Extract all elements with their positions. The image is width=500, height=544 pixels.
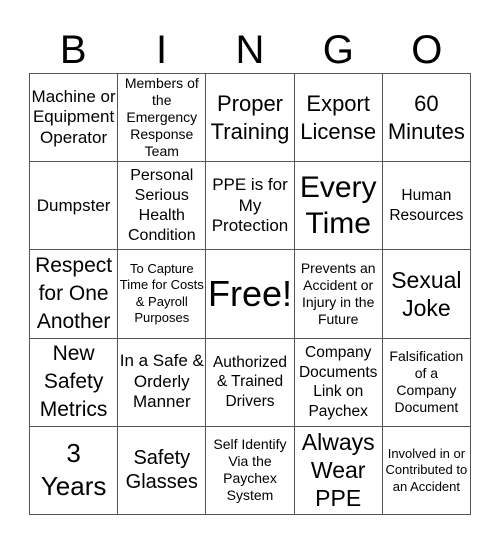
cell-text: Every Time xyxy=(299,170,377,240)
cell-text: Personal Serious Health Condition xyxy=(127,166,196,244)
cell-text: 3 Years xyxy=(40,438,107,502)
bingo-cell-r3-c1[interactable]: Respect for One Another xyxy=(30,250,119,339)
header-letter-n: N xyxy=(235,28,265,72)
bingo-cell-r1-c4[interactable]: Export License xyxy=(294,74,383,163)
header-letter-b: B xyxy=(59,28,87,72)
cell-text: Always Wear PPE xyxy=(301,429,375,512)
bingo-cell-r4-c3[interactable]: Authorized & Trained Drivers xyxy=(206,338,295,427)
cell-text: Self Identify Via the Paychex System xyxy=(213,436,287,504)
cell-text: Involved in or Contributed to an Acciden… xyxy=(385,445,468,494)
cell-text: Falsification of a Company Document xyxy=(389,348,464,416)
bingo-cell-r5-c2[interactable]: Safety Glasses xyxy=(118,426,207,515)
bingo-cell-r5-c3[interactable]: Self Identify Via the Paychex System xyxy=(206,426,295,515)
bingo-cell-r2-c2[interactable]: Personal Serious Health Condition xyxy=(118,162,207,251)
cell-text: Dumpster xyxy=(36,195,111,215)
cell-text: Export License xyxy=(300,90,377,144)
bingo-cell-r5-c1[interactable]: 3 Years xyxy=(30,426,119,515)
bingo-cell-r2-c4[interactable]: Every Time xyxy=(294,162,383,251)
bingo-cell-r4-c5[interactable]: Falsification of a Company Document xyxy=(382,338,471,427)
bingo-cell-r4-c4[interactable]: Company Documents Link on Paychex xyxy=(294,338,383,427)
bingo-cell-r4-c2[interactable]: In a Safe & Orderly Manner xyxy=(118,338,207,427)
bingo-cell-r1-c2[interactable]: Members of the Emergency Response Team xyxy=(118,74,207,163)
header-letter-o: O xyxy=(411,28,443,72)
bingo-cell-r2-c1[interactable]: Dumpster xyxy=(30,162,119,251)
cell-text: New Safety Metrics xyxy=(39,342,108,422)
bingo-cell-r1-c1[interactable]: Machine or Equipment Operator xyxy=(30,74,119,163)
cell-text: Members of the Emergency Response Team xyxy=(124,75,199,160)
bingo-board: Machine or Equipment Operator Members of… xyxy=(29,73,471,515)
cell-text: Proper Training xyxy=(210,90,290,144)
cell-text: To Capture Time for Costs & Payroll Purp… xyxy=(119,260,204,326)
cell-text: Safety Glasses xyxy=(125,447,198,494)
bingo-cell-r3-c4[interactable]: Prevents an Accident or Injury in the Fu… xyxy=(294,250,383,339)
bingo-header: B I N G O xyxy=(29,28,471,72)
cell-text: Authorized & Trained Drivers xyxy=(212,353,288,410)
bingo-cell-r3-c2[interactable]: To Capture Time for Costs & Payroll Purp… xyxy=(118,250,207,339)
free-space: Free! xyxy=(207,272,292,314)
bingo-cell-r1-c3[interactable]: Proper Training xyxy=(206,74,295,163)
cell-text: Respect for One Another xyxy=(35,253,113,333)
cell-text: PPE is for My Protection xyxy=(211,175,289,236)
bingo-cell-r5-c5[interactable]: Involved in or Contributed to an Acciden… xyxy=(382,426,471,515)
bingo-cell-r2-c3[interactable]: PPE is for My Protection xyxy=(206,162,295,251)
bingo-cell-r4-c1[interactable]: New Safety Metrics xyxy=(30,338,119,427)
cell-text: 60 Minutes xyxy=(387,90,465,144)
bingo-cell-r3-c3[interactable]: Free! xyxy=(206,250,295,339)
cell-text: Sexual Joke xyxy=(391,266,462,321)
cell-text: Machine or Equipment Operator xyxy=(31,86,116,147)
bingo-cell-r3-c5[interactable]: Sexual Joke xyxy=(382,250,471,339)
header-letter-g: G xyxy=(322,28,354,72)
header-letter-i: I xyxy=(156,28,168,72)
bingo-cell-r1-c5[interactable]: 60 Minutes xyxy=(382,74,471,163)
cell-text: Prevents an Accident or Injury in the Fu… xyxy=(300,259,376,327)
cell-text: In a Safe & Orderly Manner xyxy=(119,351,204,412)
bingo-cell-r2-c5[interactable]: Human Resources xyxy=(382,162,471,251)
bingo-cell-r5-c4[interactable]: Always Wear PPE xyxy=(294,426,383,515)
cell-text: Human Resources xyxy=(389,187,464,224)
cell-text: Company Documents Link on Paychex xyxy=(298,344,378,420)
